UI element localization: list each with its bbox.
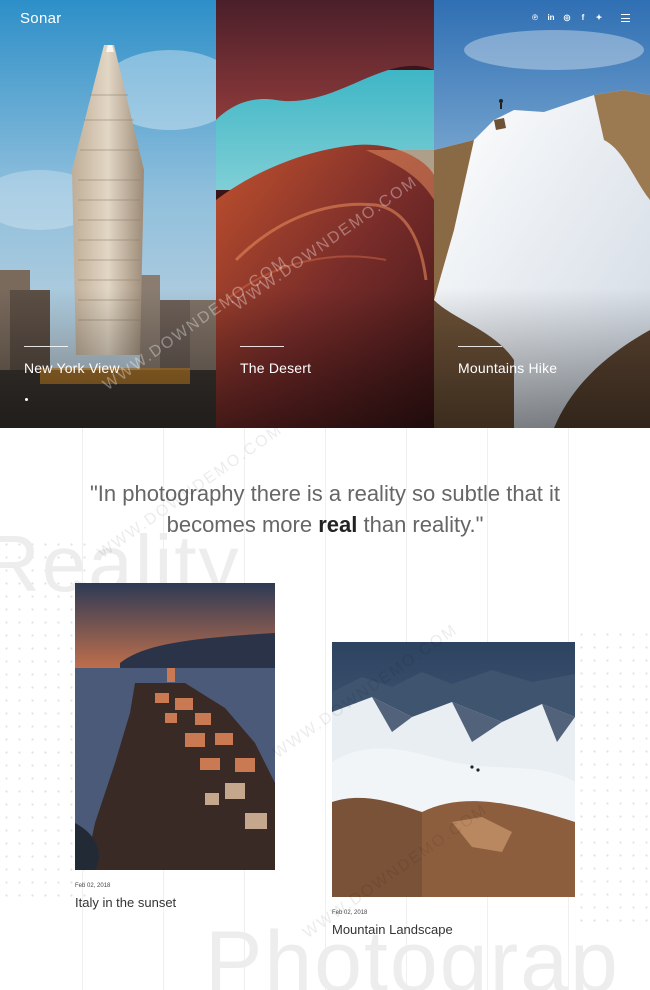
linkedin-icon[interactable]: in	[547, 12, 555, 24]
slider-dot-active[interactable]	[25, 398, 28, 401]
slider-pagination	[25, 398, 28, 401]
post-title[interactable]: Italy in the sunset	[75, 895, 275, 910]
post-date: Feb 02, 2018	[75, 883, 111, 889]
menu-line	[621, 21, 630, 22]
hero-caption[interactable]: Mountains Hike	[458, 360, 557, 376]
caption-shade	[216, 288, 434, 428]
caption-shade	[0, 288, 216, 428]
hero-panel-mountains[interactable]: Mountains Hike	[434, 0, 650, 428]
italy-sunset-photo[interactable]	[75, 583, 275, 870]
menu-line	[621, 14, 630, 15]
caption-shade	[434, 288, 650, 428]
caption-rule	[24, 346, 68, 347]
post-date: Feb 02, 2018	[332, 910, 368, 916]
hero-slider: New York View The Desert Mountains Hike …	[0, 0, 650, 428]
quote-and-posts-section: Reality Photograp "In photography there …	[0, 428, 650, 990]
facebook-icon[interactable]: f	[579, 12, 587, 24]
post-card[interactable]: Feb 02, 2018 Italy in the sunset	[75, 583, 275, 910]
hero-caption[interactable]: The Desert	[240, 360, 311, 376]
hero-panel-new-york[interactable]: New York View	[0, 0, 216, 428]
site-logo[interactable]: Sonar	[20, 10, 62, 27]
caption-rule	[458, 346, 502, 347]
pinterest-icon[interactable]: ℗	[531, 12, 539, 24]
quote-emphasis: real	[318, 512, 358, 537]
post-title[interactable]: Mountain Landscape	[332, 922, 575, 937]
social-nav: ℗ in ◎ f ✦	[531, 12, 630, 24]
hero-caption[interactable]: New York View	[24, 360, 120, 376]
caption-rule	[240, 346, 284, 347]
featured-quote: "In photography there is a reality so su…	[60, 478, 590, 540]
hamburger-menu-icon[interactable]	[621, 14, 630, 22]
menu-line	[621, 17, 630, 19]
dot-pattern	[575, 628, 650, 928]
mountain-landscape-photo[interactable]	[332, 642, 575, 897]
quote-text-end: than reality."	[357, 512, 484, 537]
instagram-icon[interactable]: ◎	[563, 12, 571, 24]
twitter-icon[interactable]: ✦	[595, 12, 603, 24]
hero-panel-desert[interactable]: The Desert	[216, 0, 434, 428]
post-card[interactable]: Feb 02, 2018 Mountain Landscape	[332, 642, 575, 937]
